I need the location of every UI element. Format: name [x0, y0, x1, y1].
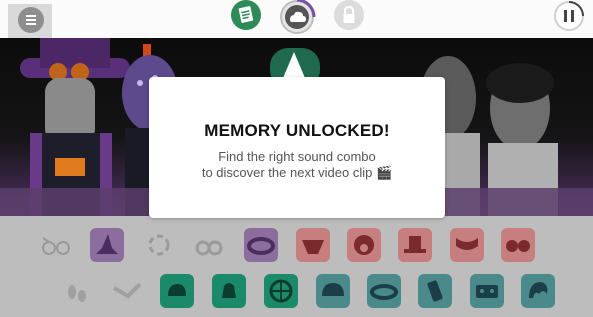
headband-slot[interactable]: [244, 228, 278, 262]
gasmask-icon: [354, 235, 374, 255]
menu-button[interactable]: [8, 4, 52, 42]
visor-slot[interactable]: [367, 274, 401, 308]
dialog-title: MEMORY UNLOCKED!: [204, 121, 390, 140]
hair-slot[interactable]: [521, 274, 555, 308]
phone-icon: [427, 280, 443, 302]
headband-icon: [247, 237, 275, 255]
memory-unlocked-dialog[interactable]: MEMORY UNLOCKED! Find the right sound co…: [149, 77, 445, 218]
notes-button[interactable]: [231, 0, 261, 30]
feet-ghost-icon[interactable]: [60, 274, 94, 308]
dialog-message-line-1: Find the right sound combo: [218, 149, 376, 164]
sunglasses-slot[interactable]: [501, 228, 535, 262]
fan-icon: [302, 240, 324, 254]
lock-button[interactable]: [334, 0, 364, 30]
cap-icon: [168, 284, 186, 296]
sunglasses-icon: [506, 240, 530, 252]
gasmask-slot[interactable]: [347, 228, 381, 262]
goggles-ghost-icon[interactable]: [192, 228, 226, 262]
dialog-message-line-2: to discover the next video clip 🎬: [201, 165, 393, 180]
visor-icon: [370, 284, 398, 300]
hair-icon: [529, 282, 548, 298]
modal-pointer: [283, 52, 305, 78]
notes-icon: [238, 6, 254, 23]
padlock-icon: [343, 5, 355, 23]
sound-tray: [0, 216, 593, 317]
cassette-slot[interactable]: [470, 274, 504, 308]
scarf-slot[interactable]: [450, 228, 484, 262]
scarf-icon: [456, 238, 478, 250]
glasses-ghost-icon[interactable]: [38, 228, 72, 262]
helmet-slot[interactable]: [316, 274, 350, 308]
globe-slot[interactable]: [264, 274, 298, 308]
cassette-icon: [476, 285, 498, 298]
top-hat-icon: [404, 236, 426, 253]
weather-progress-arc: [296, 0, 316, 18]
hamburger-menu-icon: [18, 7, 44, 33]
bell-icon: [222, 283, 236, 298]
bell-slot[interactable]: [212, 274, 246, 308]
phone-slot[interactable]: [418, 274, 452, 308]
globe-icon: [269, 279, 293, 303]
cap-slot[interactable]: [160, 274, 194, 308]
boomerang-ghost-icon[interactable]: [110, 274, 144, 308]
pause-button[interactable]: [553, 0, 585, 32]
pause-icon: [554, 1, 584, 31]
top-bar: [0, 0, 593, 42]
top-hat-slot[interactable]: [398, 228, 432, 262]
helmet-icon: [322, 283, 344, 296]
witch-hat-icon: [96, 234, 118, 254]
crystal-ghost-icon[interactable]: [142, 228, 176, 262]
fan-slot[interactable]: [296, 228, 330, 262]
witch-hat-slot[interactable]: [90, 228, 124, 262]
